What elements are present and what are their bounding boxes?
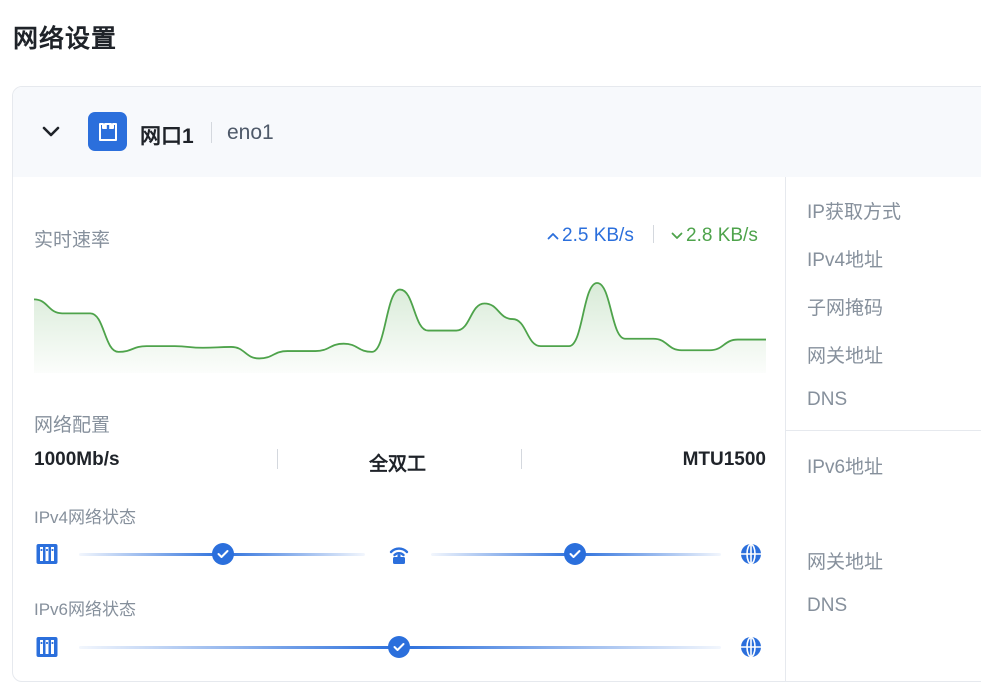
ip-method-label: IP获取方式	[807, 202, 901, 223]
router-icon	[387, 542, 411, 566]
ipv4-status-label: IPv4网络状态	[34, 508, 137, 527]
ipv6-address-label: IPv6地址	[807, 457, 884, 478]
ipv4-check-icon-1	[212, 543, 234, 565]
upload-rate: 2.5 KB/s	[547, 225, 634, 247]
rate-divider	[653, 225, 654, 243]
port-card-header[interactable]: 网口1 eno1	[13, 87, 981, 177]
chevron-down-icon	[42, 126, 60, 137]
ipv6-status-label: IPv6网络状态	[34, 600, 137, 619]
traffic-area	[34, 283, 766, 373]
interface-name: eno1	[227, 121, 274, 144]
mtu-value: MTU1500	[682, 449, 766, 470]
header-divider	[211, 122, 212, 143]
duplex-mode: 全双工	[369, 454, 427, 475]
config-divider	[277, 449, 278, 469]
traffic-chart	[34, 282, 766, 373]
upload-rate-value: 2.5 KB/s	[562, 225, 634, 246]
nas-device-icon	[35, 542, 59, 566]
ipv4-check-icon-2	[564, 543, 586, 565]
ipv6-check-icon	[388, 636, 410, 658]
download-rate-value: 2.8 KB/s	[686, 225, 758, 246]
network-config-label: 网络配置	[34, 415, 111, 436]
ipv6-gateway-label: 网关地址	[807, 552, 884, 573]
detail-divider	[786, 430, 981, 431]
globe-icon	[739, 635, 763, 659]
chevron-up-icon	[547, 233, 559, 240]
realtime-rate-label: 实时速率	[34, 230, 111, 251]
ethernet-port-icon	[88, 112, 127, 151]
link-speed: 1000Mb/s	[34, 449, 120, 470]
network-port-card: 网口1 eno1 实时速率 2.5 KB/s 2.8 KB/s 网络配置 100…	[12, 86, 981, 682]
config-divider	[521, 449, 522, 469]
globe-icon	[739, 542, 763, 566]
subnet-mask-label: 子网掩码	[807, 298, 884, 319]
port-name: 网口1	[140, 125, 194, 148]
gateway-label: 网关地址	[807, 346, 884, 367]
collapse-button[interactable]	[37, 120, 65, 144]
dns-label: DNS	[807, 389, 848, 410]
ipv4-address-label: IPv4地址	[807, 250, 884, 271]
nas-device-icon	[35, 635, 59, 659]
network-config-row: 1000Mb/s 全双工 MTU1500	[34, 449, 766, 475]
page-title: 网络设置	[13, 25, 118, 53]
chevron-down-small-icon	[671, 232, 683, 239]
ipv6-dns-label: DNS	[807, 595, 848, 616]
download-rate: 2.8 KB/s	[671, 225, 758, 247]
